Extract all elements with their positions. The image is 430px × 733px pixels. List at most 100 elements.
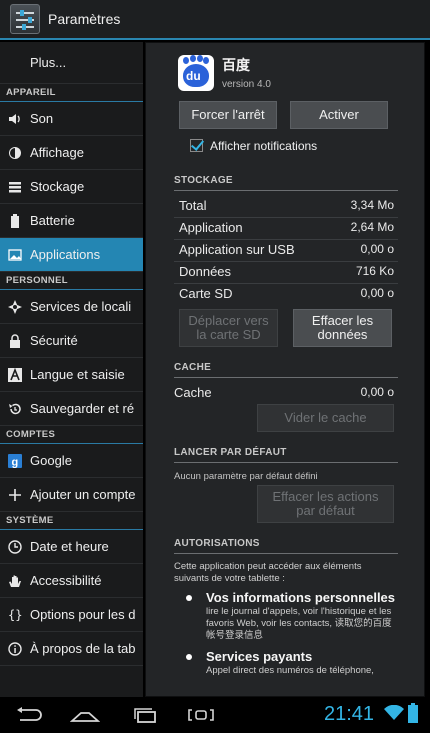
row-label: Carte SD [179, 286, 233, 301]
action-bar: Paramètres [0, 0, 430, 40]
sidebar-item-add-account[interactable]: Ajouter un compte [0, 478, 143, 512]
restore-icon [8, 402, 22, 416]
bullet [186, 654, 192, 660]
permission-title: Services payants [206, 649, 313, 664]
settings-icon[interactable] [10, 4, 40, 34]
storage-row-usb: Application sur USB 0,00 o [179, 242, 394, 260]
permissions-description: Cette application peut accéder aux éléme… [174, 561, 362, 584]
sidebar-item-battery[interactable]: Batterie [0, 204, 143, 238]
permission-title: Vos informations personnelles [206, 590, 396, 605]
recents-icon[interactable] [120, 697, 170, 733]
sidebar-item-sound[interactable]: Son [0, 102, 143, 136]
defaults-note: Aucun paramètre par défaut défini [174, 471, 318, 482]
app-version: version 4.0 [222, 79, 271, 90]
row-value: 0,00 o [360, 242, 394, 256]
page-title: Paramètres [48, 11, 121, 27]
clear-defaults-button[interactable]: Effacer les actions par défaut [257, 485, 394, 523]
sidebar-item-language[interactable]: Langue et saisie [0, 358, 143, 392]
section-header-personal: PERSONNEL [0, 272, 143, 290]
sidebar-item-label: Date et heure [30, 539, 109, 554]
clear-data-button[interactable]: Effacer les données [293, 309, 392, 347]
location-icon [8, 299, 22, 314]
app-name: 百度 [222, 57, 250, 73]
status-clock: 21:41 [324, 703, 375, 725]
row-value: 0,00 o [360, 385, 394, 399]
app-icon-text: du [186, 69, 201, 83]
divider [174, 283, 398, 284]
sidebar-item-label: Options pour les d [30, 607, 136, 622]
storage-row-sd: Carte SD 0,00 o [179, 286, 394, 304]
sidebar-item-developer-options[interactable]: {} Options pour les d [0, 598, 143, 632]
sidebar-item-label: Plus... [30, 55, 67, 70]
keyboard-icon [8, 367, 22, 382]
sidebar-item-label: Accessibilité [30, 573, 102, 588]
permission-item[interactable]: Services payants Appel direct des numéro… [186, 649, 396, 677]
sidebar-item-storage[interactable]: Stockage [0, 170, 143, 204]
section-header-accounts: COMPTES [0, 426, 143, 444]
force-stop-button[interactable]: Forcer l'arrêt [179, 101, 277, 129]
sidebar-item-about[interactable]: À propos de la tab [0, 632, 143, 666]
apps-icon [8, 248, 22, 262]
storage-row-total: Total 3,34 Mo [179, 198, 394, 216]
system-nav-bar: 21:41 [0, 697, 430, 733]
sidebar-item-label: À propos de la tab [30, 641, 136, 656]
battery-icon [8, 213, 22, 228]
app-info-panel: du 百度 version 4.0 Forcer l'arrêt Activer… [145, 42, 425, 697]
section-header-device: APPAREIL [0, 84, 143, 102]
permission-item[interactable]: Vos informations personnelles lire le jo… [186, 590, 396, 642]
defaults-section-header: LANCER PAR DÉFAUT [174, 447, 398, 463]
sidebar-item-google[interactable]: g Google [0, 444, 143, 478]
home-icon[interactable] [60, 697, 110, 733]
sidebar-item-label: Son [30, 111, 54, 126]
sidebar-item-label: Batterie [30, 213, 75, 228]
sidebar-item-security[interactable]: Sécurité [0, 324, 143, 358]
row-value: 2,64 Mo [350, 220, 394, 234]
enable-button[interactable]: Activer [290, 101, 388, 129]
settings-sidebar: Plus... APPAREIL Son Affichage Stockage … [0, 42, 143, 697]
screenshot-icon[interactable] [176, 697, 226, 733]
hand-icon [8, 574, 22, 588]
sidebar-item-label: Google [30, 453, 72, 468]
cache-row: Cache 0,00 o [174, 385, 394, 403]
notifications-checkbox[interactable] [190, 139, 203, 152]
sidebar-item-label: Ajouter un compte [30, 487, 136, 502]
row-label: Application [179, 220, 243, 235]
sidebar-item-date-time[interactable]: Date et heure [0, 530, 143, 564]
sidebar-item-label: Services de locali [30, 299, 132, 314]
svg-text:g: g [12, 456, 19, 468]
info-icon [8, 641, 22, 656]
app-header: du 百度 version 4.0 [178, 55, 271, 91]
section-header-system: SYSTÈME [0, 512, 143, 530]
sidebar-item-display[interactable]: Affichage [0, 136, 143, 170]
divider [174, 217, 398, 218]
storage-section-header: STOCKAGE [174, 175, 398, 191]
divider [174, 261, 398, 262]
row-value: 0,00 o [360, 286, 394, 300]
plus-icon [8, 488, 22, 502]
braces-icon: {} [8, 607, 23, 622]
sidebar-item-label: Sécurité [30, 333, 78, 348]
sidebar-item-label: Stockage [30, 179, 85, 194]
sidebar-item-location[interactable]: Services de locali [0, 290, 143, 324]
row-label: Cache [174, 385, 212, 400]
storage-icon [8, 180, 22, 194]
row-label: Données [179, 264, 232, 279]
sidebar-item-applications[interactable]: Applications [0, 238, 143, 272]
sidebar-item-backup[interactable]: Sauvegarder et ré [0, 392, 143, 426]
sidebar-item-label: Applications [30, 247, 101, 262]
permissions-section-header: AUTORISATIONS [174, 538, 398, 554]
row-value: 3,34 Mo [350, 198, 394, 212]
sidebar-item-accessibility[interactable]: Accessibilité [0, 564, 143, 598]
notifications-label: Afficher notifications [210, 139, 318, 153]
back-icon[interactable] [5, 697, 55, 733]
clear-cache-button[interactable]: Vider le cache [257, 404, 394, 432]
storage-row-application: Application 2,64 Mo [179, 220, 394, 238]
sidebar-item-label: Langue et saisie [30, 367, 125, 382]
move-to-sd-button[interactable]: Déplacer vers la carte SD [179, 309, 278, 347]
row-label: Application sur USB [179, 242, 295, 257]
sidebar-item-label: Affichage [30, 145, 84, 160]
sidebar-item-more[interactable]: Plus... [0, 42, 143, 84]
permission-detail: lire le journal d'appels, voir l'histori… [206, 606, 392, 641]
battery-status-icon [408, 703, 418, 728]
permission-detail: Appel direct des numéros de téléphone, [206, 665, 374, 676]
